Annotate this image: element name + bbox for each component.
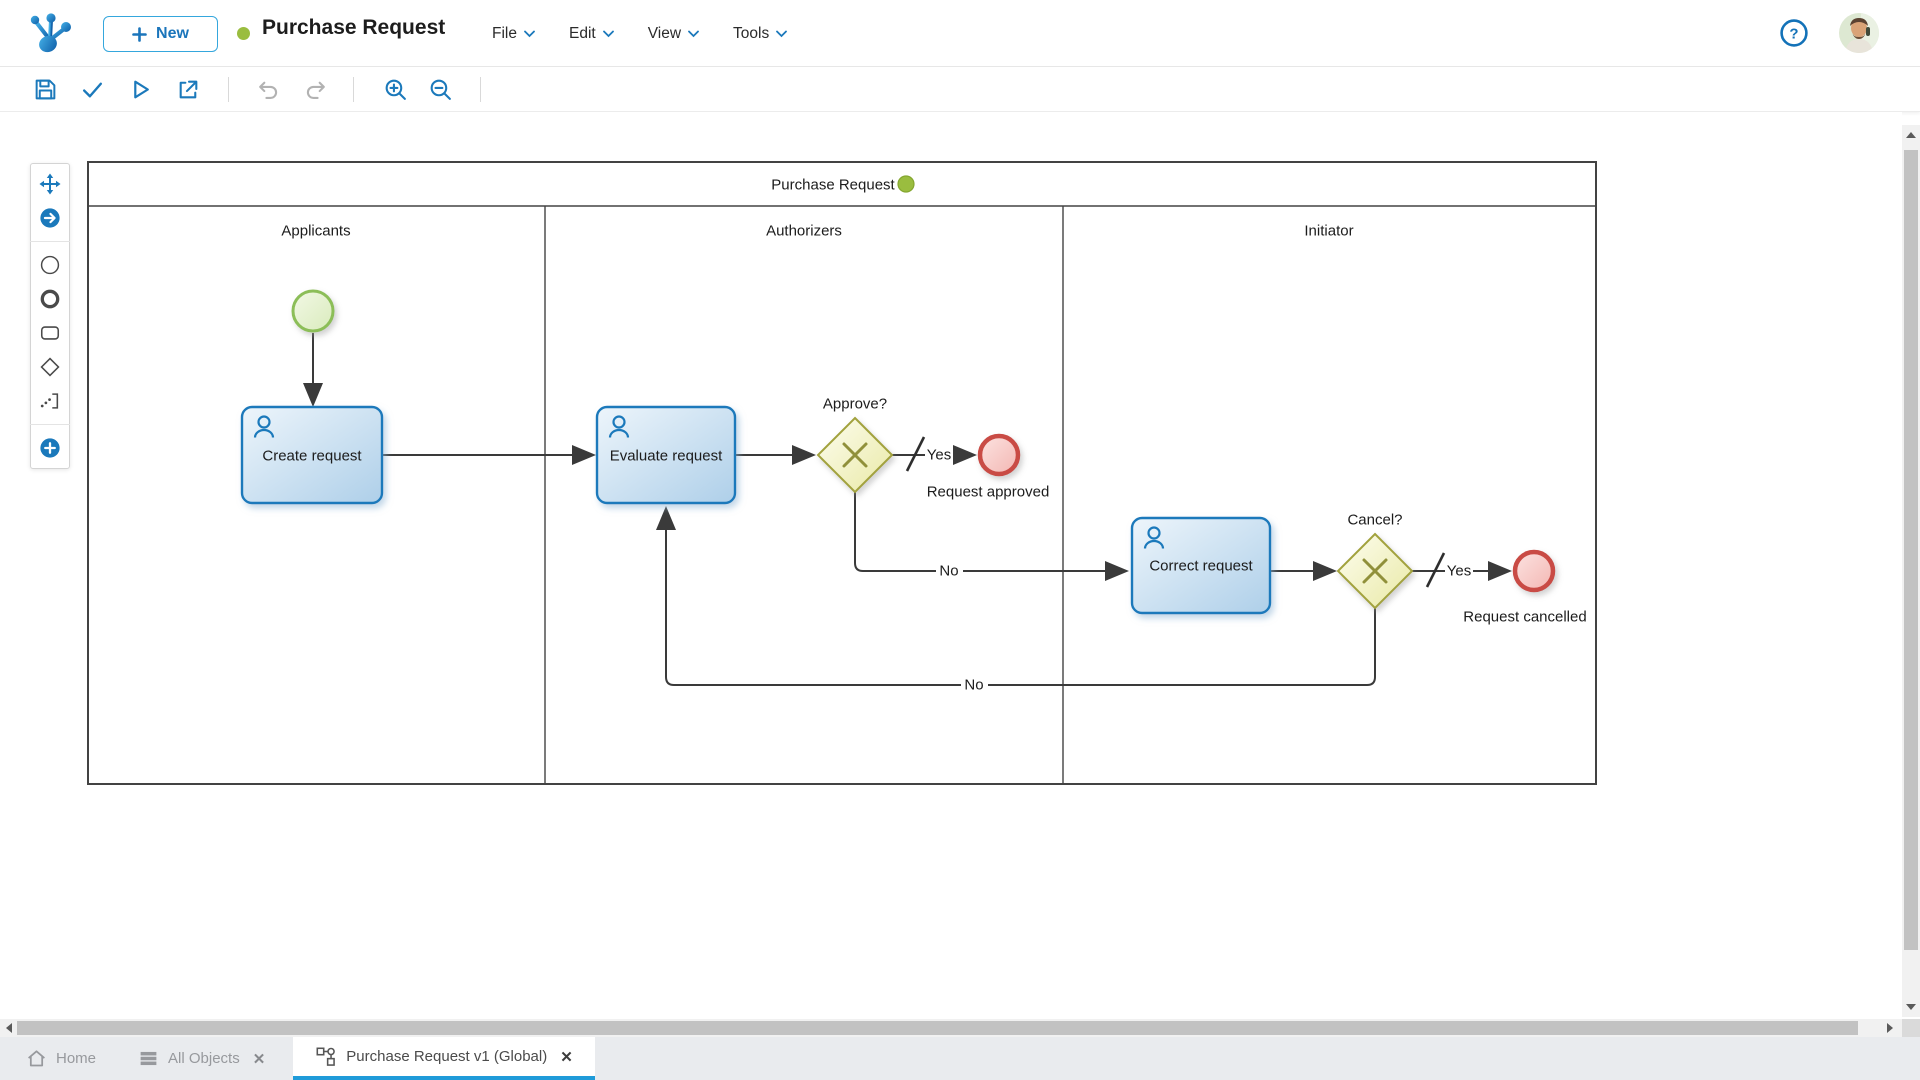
palette-separator (30, 241, 70, 242)
tab-label: Purchase Request v1 (Global) (346, 1048, 548, 1065)
toolbar-separator (353, 77, 354, 102)
undo-icon[interactable] (256, 77, 281, 102)
menubar: File Edit View Tools (492, 0, 788, 67)
help-icon[interactable]: ? (1779, 18, 1809, 48)
gateway-label: Approve? (823, 396, 887, 413)
start-event[interactable] (291, 289, 335, 333)
tab-home[interactable]: Home (12, 1037, 110, 1080)
horizontal-scrollbar-thumb[interactable] (17, 1021, 1858, 1035)
sequence-flows (303, 333, 1512, 686)
chevron-down-icon (776, 30, 788, 37)
task-label: Correct request (1149, 558, 1253, 575)
end-event-label: Request approved (927, 484, 1050, 501)
flow-label-yes: Yes (927, 447, 951, 464)
palette-separator (30, 424, 70, 425)
lane-label-applicants: Applicants (281, 223, 350, 240)
bpmn-diagram: Purchase Request Applicants Authorizers … (87, 161, 1597, 785)
page-title: Purchase Request (262, 16, 446, 39)
zoom-in-icon[interactable] (383, 77, 408, 102)
toolbar-separator (480, 77, 481, 102)
process-icon (316, 1047, 336, 1066)
scroll-right-button[interactable] (1882, 1019, 1898, 1037)
chevron-down-icon (524, 30, 535, 37)
app-window: New Purchase Request File Edit View Tool… (0, 0, 1920, 1080)
gateway-label: Cancel? (1347, 512, 1402, 529)
lane-label-initiator: Initiator (1304, 223, 1353, 240)
gateway-approve[interactable]: Approve? (816, 396, 894, 494)
zoom-out-icon[interactable] (428, 77, 453, 102)
export-icon[interactable] (176, 77, 201, 102)
close-tab-icon[interactable]: ✕ (560, 1048, 573, 1066)
toolbar-separator (228, 77, 229, 102)
list-icon (140, 1051, 157, 1066)
task-evaluate-request[interactable]: Evaluate request (595, 405, 737, 505)
svg-text:?: ? (1789, 26, 1798, 43)
chevron-down-icon (602, 30, 614, 37)
scroll-up-button[interactable] (1902, 127, 1920, 143)
horizontal-scrollbar (0, 1019, 1902, 1037)
end-event-label: Request cancelled (1463, 609, 1586, 626)
vertical-scrollbar-thumb[interactable] (1904, 150, 1918, 950)
tab-label: All Objects (168, 1050, 240, 1067)
tab-label: Home (56, 1050, 97, 1067)
sequence-flow-tool-icon[interactable] (39, 207, 61, 229)
menu-tools[interactable]: Tools (733, 25, 788, 43)
end-event-request-cancelled[interactable]: Request cancelled (1463, 549, 1587, 626)
task-correct-request[interactable]: Correct request (1130, 516, 1272, 615)
add-element-tool-icon[interactable] (39, 437, 61, 459)
scrollbar-corner (1902, 1019, 1920, 1037)
annotation-tool-icon[interactable] (39, 390, 61, 412)
start-event-tool-icon[interactable] (39, 254, 61, 276)
lane-label-authorizers: Authorizers (766, 223, 842, 240)
menu-view[interactable]: View (648, 25, 699, 43)
scroll-down-button[interactable] (1902, 999, 1920, 1015)
task-tool-icon[interactable] (39, 322, 61, 344)
status-dot (237, 27, 250, 40)
end-event-tool-icon[interactable] (39, 288, 61, 310)
run-icon[interactable] (128, 77, 153, 102)
close-tab-icon[interactable]: ✕ (253, 1050, 266, 1068)
toolbar (0, 67, 1920, 112)
pool-title: Purchase Request (771, 177, 895, 194)
menu-file[interactable]: File (492, 25, 535, 43)
tab-all-objects[interactable]: All Objects ✕ (124, 1037, 279, 1080)
save-icon[interactable] (33, 77, 58, 102)
vertical-scrollbar (1902, 125, 1920, 1017)
gateway-tool-icon[interactable] (39, 356, 61, 378)
move-tool-icon[interactable] (39, 173, 61, 195)
diagram-canvas[interactable]: Purchase Request Applicants Authorizers … (0, 112, 1902, 1019)
header: New Purchase Request File Edit View Tool… (0, 0, 1920, 67)
shape-palette (30, 163, 70, 469)
pool-status-dot (897, 175, 915, 193)
gateway-cancel[interactable]: Cancel? (1336, 512, 1414, 610)
task-create-request[interactable]: Create request (240, 405, 384, 505)
validate-icon[interactable] (80, 77, 105, 102)
flow-approve-no[interactable] (854, 492, 1129, 581)
new-button-label: New (156, 25, 189, 42)
scroll-left-button[interactable] (1, 1019, 17, 1037)
new-button[interactable]: New (103, 16, 218, 52)
menu-edit[interactable]: Edit (569, 25, 614, 43)
chevron-down-icon (688, 30, 699, 37)
app-logo-icon (26, 12, 72, 59)
tab-purchase-request[interactable]: Purchase Request v1 (Global) ✕ (293, 1037, 595, 1080)
redo-icon[interactable] (303, 77, 328, 102)
bottom-tabbar: Home All Objects ✕ Purchase Request v1 (… (0, 1037, 1920, 1080)
flow-label-no: No (964, 677, 983, 694)
flow-label-no: No (939, 563, 958, 580)
task-label: Create request (262, 448, 362, 465)
task-label: Evaluate request (610, 448, 723, 465)
flow-label-yes: Yes (1447, 563, 1471, 580)
user-avatar[interactable] (1839, 13, 1879, 53)
home-icon (28, 1050, 45, 1067)
plus-icon (132, 26, 147, 42)
